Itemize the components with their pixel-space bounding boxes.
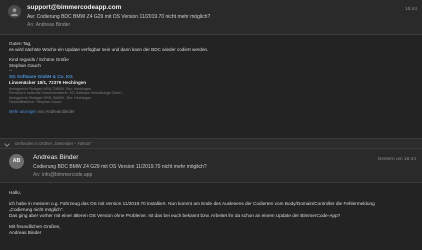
timestamp: 16:44 [404, 7, 417, 12]
recipient-line: An: info@bimmercode.app [33, 172, 92, 178]
avatar: AB [9, 154, 24, 169]
message-1-header[interactable]: support@bimmercodeapp.com Aw: Codierung … [0, 0, 422, 35]
message-2: AB Andreas Binder Codierung BDC BMW Z4 G… [0, 149, 422, 250]
sender-name: Andreas Binder [33, 154, 79, 161]
subject: Aw: Codierung BDC BMW Z4 G29 mit OS Vers… [27, 13, 211, 20]
greeting: Hallo, [9, 190, 21, 195]
message-1: support@bimmercodeapp.com Aw: Codierung … [0, 0, 422, 138]
to-label: An: [27, 22, 35, 28]
show-more-link[interactable]: Mehr anzeigen von Andreas Binder [9, 109, 414, 115]
found-in-folder-bar[interactable]: Gefunden in Ordner „Gesendet – Yahoo!“ [0, 138, 422, 149]
body-line: Das ging aber vorher mit einer älteren O… [9, 212, 341, 218]
found-in-folder-label: Gefunden in Ordner „Gesendet – Yahoo!“ [15, 141, 92, 147]
show-more-author: von Andreas Binder [36, 108, 75, 114]
body-line: ich habe in meinem o.g. Fahrzeug das OS … [9, 201, 375, 207]
person-icon [11, 8, 18, 16]
message-2-body: Hallo, ich habe in meinem o.g. Fahrzeug … [9, 190, 417, 236]
recipient[interactable]: Andreas Binder [36, 22, 70, 28]
sender-email: support@bimmercodeapp.com [27, 4, 122, 11]
company-address: Linsenäcker 18/1, 72379 Hechingen [9, 79, 87, 85]
recipient[interactable]: info@bimmercode.app [42, 172, 92, 178]
message-1-body: Guten Tag, es wird nächste Woche ein Upd… [9, 41, 414, 115]
legal-line: Geschäftsführer: Stephan Gauch [9, 99, 62, 104]
avatar [8, 5, 21, 18]
greeting-block: Guten Tag, es wird nächste Woche ein Upd… [9, 41, 414, 52]
signature-block: Kind regards / Schöne Grüße Stephan Gauc… [9, 57, 414, 104]
recipient-line: An: Andreas Binder [27, 22, 70, 28]
show-more-label[interactable]: Mehr anzeigen [9, 109, 37, 114]
subject: Codierung BDC BMW Z4 G29 mit OS Version … [33, 163, 207, 170]
timestamp: Gestern um 16:44 [377, 157, 416, 162]
legal-notice: Amtsgericht Stuttgart HRA 728606, Sitz: … [9, 87, 414, 104]
signature: Andreas Binder [9, 229, 42, 235]
body-paragraph: ich habe in meinem o.g. Fahrzeug das OS … [9, 201, 417, 218]
to-label: An: [33, 172, 41, 178]
chevron-down-icon[interactable] [4, 141, 10, 147]
body-text: es wird nächste Woche ein Update verfügb… [9, 46, 209, 52]
message-2-header[interactable]: AB Andreas Binder Codierung BDC BMW Z4 G… [0, 149, 422, 183]
